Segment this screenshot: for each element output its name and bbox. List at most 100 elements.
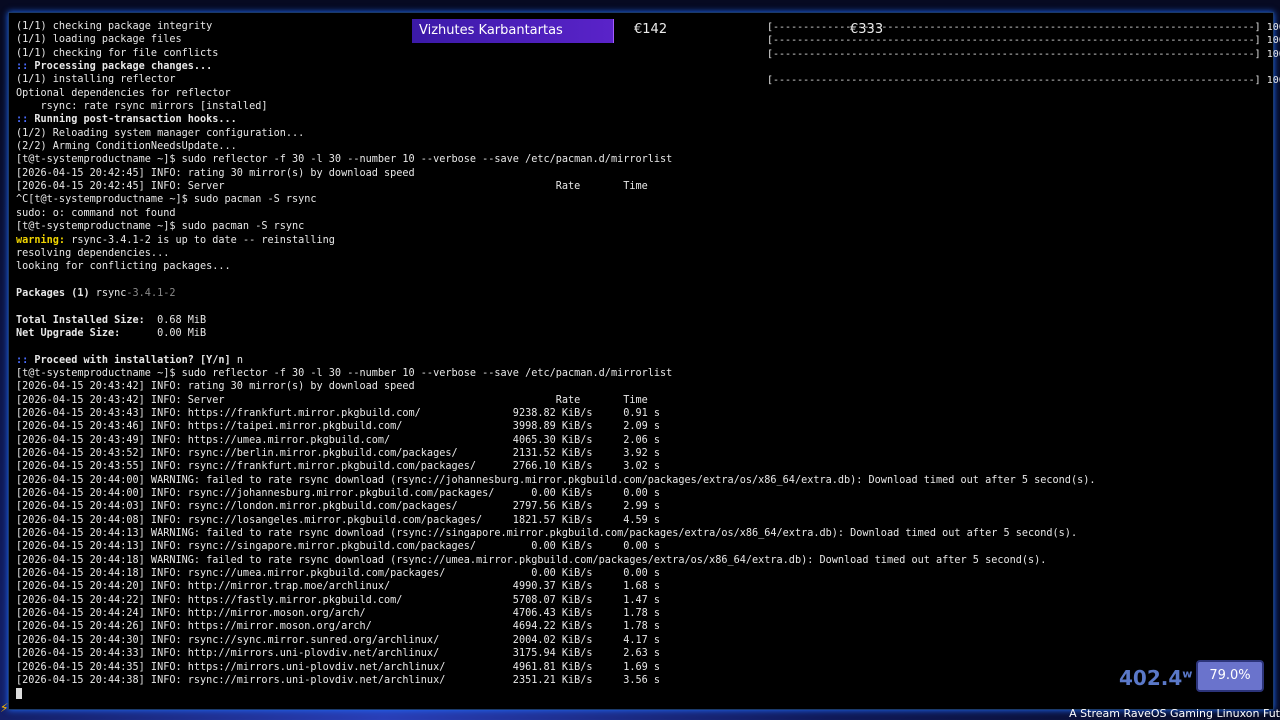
terminal-line: [2026-04-15 20:44:00] WARNING: failed to…	[16, 474, 1273, 487]
terminal-text: rsync	[95, 287, 127, 299]
terminal-text: [2026-04-15 20:43:43] INFO: https://fran…	[16, 407, 661, 419]
terminal-line: [2026-04-15 20:43:42] INFO: rating 30 mi…	[16, 380, 1273, 393]
terminal-line: (2/2) Arming ConditionNeedsUpdate...	[16, 140, 1273, 153]
terminal-line: [t@t-systemproductname ~]$ sudo reflecto…	[16, 153, 1273, 166]
progress-bar-percent: 100%	[1266, 22, 1280, 33]
terminal-line: [2026-04-15 20:44:13] WARNING: failed to…	[16, 527, 1273, 540]
terminal-text: [2026-04-15 20:43:55] INFO: rsync://fran…	[16, 461, 661, 473]
terminal-text: ^C[t@t-systemproductname ~]$ sudo pacman…	[16, 194, 317, 206]
terminal-line: [2026-04-15 20:42:45] INFO: Server Rate …	[16, 180, 1273, 193]
progress-bar-percent: 100%	[1266, 48, 1280, 60]
progress-bar-track: [---------------------------------------…	[767, 75, 1261, 87]
terminal-text: resolving dependencies...	[16, 247, 170, 259]
terminal-text: [2026-04-15 20:43:52] INFO: rsync://berl…	[16, 448, 661, 459]
terminal-line: [2026-04-15 20:44:03] INFO: rsync://lond…	[16, 500, 1273, 513]
terminal-text: [2026-04-15 20:44:18] INFO: rsync://umea…	[16, 568, 661, 580]
terminal-line: Optional dependencies for reflector	[16, 87, 1273, 100]
price-label-2: €333	[850, 22, 884, 37]
terminal-text: [2026-04-15 20:44:38] INFO: rsync://mirr…	[16, 674, 661, 686]
terminal-text: [2026-04-15 20:44:08] INFO: rsync://losa…	[16, 514, 661, 526]
terminal-text: [2026-04-15 20:44:30] INFO: rsync://sync…	[16, 634, 661, 646]
terminal-line: resolving dependencies...	[16, 247, 1273, 260]
progress-bar: [---------------------------------------…	[767, 74, 1280, 87]
terminal-text: (1/1) loading package files	[16, 34, 182, 46]
terminal-text: [2026-04-15 20:44:03] INFO: rsync://lond…	[16, 501, 661, 513]
stream-footer-text: A Stream RaveOS Gaming Linuxon Fut	[1069, 707, 1280, 720]
terminal-text: [2026-04-15 20:44:24] INFO: http://mirro…	[16, 608, 661, 620]
progress-bar: [---------------------------------------…	[767, 48, 1280, 61]
terminal-line: sudo: o: command not found	[16, 207, 1273, 220]
terminal-line: Packages (1) rsync-3.4.1-2	[16, 287, 1273, 300]
terminal-text: [2026-04-15 20:44:22] INFO: https://fast…	[16, 594, 661, 606]
terminal-line: Net Upgrade Size: 0.00 MiB	[16, 327, 1273, 340]
percent-badge: 79.0%	[1196, 660, 1264, 692]
progress-bars: [---------------------------------------…	[767, 21, 1280, 88]
terminal-line: :: Running post-transaction hooks...	[16, 113, 1273, 126]
terminal-line: Total Installed Size: 0.68 MiB	[16, 314, 1273, 327]
terminal-line: [2026-04-15 20:43:46] INFO: https://taip…	[16, 420, 1273, 433]
progress-bar-track: [---------------------------------------…	[767, 48, 1261, 60]
terminal-output[interactable]: (1/1) checking package integrity (1/1) lo…	[16, 20, 1273, 709]
terminal-text: [2026-04-15 20:44:33] INFO: http://mirro…	[16, 648, 661, 660]
terminal-text: Running post-transaction hooks...	[34, 114, 237, 126]
terminal-text: rsync: rate rsync mirrors [installed]	[16, 101, 268, 113]
terminal-text: (1/1) installing reflector	[16, 74, 176, 86]
terminal-text: Packages (1)	[16, 287, 96, 299]
terminal-text: 0.00 MiB	[157, 327, 207, 339]
terminal-line: [t@t-systemproductname ~]$ sudo reflecto…	[16, 367, 1273, 380]
terminal-line: [2026-04-15 20:43:49] INFO: https://umea…	[16, 434, 1273, 447]
terminal-text: [t@t-systemproductname ~]$ sudo reflecto…	[16, 154, 673, 166]
terminal-text: [t@t-systemproductname ~]$ sudo pacman -…	[16, 221, 305, 233]
terminal-line: [2026-04-15 20:43:55] INFO: rsync://fran…	[16, 460, 1273, 473]
power-unit: w	[1182, 667, 1193, 681]
terminal-line: [2026-04-15 20:44:33] INFO: http://mirro…	[16, 647, 1273, 660]
terminal-line: [2026-04-15 20:44:24] INFO: http://mirro…	[16, 607, 1273, 620]
power-readout: 402.4w	[1119, 666, 1192, 690]
terminal-line: [2026-04-15 20:44:18] INFO: rsync://umea…	[16, 567, 1273, 580]
terminal-text: rsync-3.4.1-2 is up to date -- reinstall…	[71, 234, 335, 246]
terminal-text: [2026-04-15 20:44:00] INFO: rsync://joha…	[16, 488, 661, 500]
cursor	[16, 687, 22, 699]
terminal-text: (1/1) checking package integrity	[16, 21, 213, 32]
terminal-line: [2026-04-15 20:44:20] INFO: http://mirro…	[16, 580, 1273, 593]
terminal-text: [2026-04-15 20:44:13] INFO: rsync://sing…	[16, 541, 661, 553]
terminal-line: [2026-04-15 20:43:52] INFO: rsync://berl…	[16, 447, 1273, 460]
terminal-text: n	[236, 354, 243, 366]
progress-bar-percent: 100%	[1266, 35, 1280, 47]
price-label-1: €142	[634, 22, 668, 37]
terminal-text: Proceed with installation? [Y/n]	[34, 354, 237, 366]
terminal-text: ::	[16, 61, 35, 73]
terminal-line: [t@t-systemproductname ~]$ sudo pacman -…	[16, 220, 1273, 233]
terminal-line: (1/2) Reloading system manager configura…	[16, 127, 1273, 140]
terminal-line: [2026-04-15 20:44:38] INFO: rsync://mirr…	[16, 674, 1273, 687]
terminal-text: Processing package changes...	[34, 61, 213, 73]
terminal-text: [2026-04-15 20:43:42] INFO: Server Rate …	[16, 394, 648, 406]
terminal-text: warning:	[16, 234, 72, 246]
prompt-line[interactable]	[16, 687, 1273, 700]
terminal-text: looking for conflicting packages...	[16, 261, 231, 273]
terminal-line: [2026-04-15 20:44:13] INFO: rsync://sing…	[16, 540, 1273, 553]
terminal-line: rsync: rate rsync mirrors [installed]	[16, 100, 1273, 113]
terminal-line: ^C[t@t-systemproductname ~]$ sudo pacman…	[16, 193, 1273, 206]
terminal-text: [2026-04-15 20:44:18] WARNING: failed to…	[16, 554, 1047, 566]
terminal-line: [2026-04-15 20:43:42] INFO: Server Rate …	[16, 394, 1273, 407]
terminal-text: [2026-04-15 20:42:45] INFO: rating 30 mi…	[16, 167, 415, 179]
terminal-text: [2026-04-15 20:42:45] INFO: Server Rate …	[16, 181, 648, 193]
terminal-line: [2026-04-15 20:44:00] INFO: rsync://joha…	[16, 487, 1273, 500]
terminal-text: -3.4.1-2	[126, 287, 176, 299]
terminal-text: [2026-04-15 20:43:46] INFO: https://taip…	[16, 421, 661, 433]
progress-bar-percent: 100%	[1266, 75, 1280, 87]
terminal-line: [2026-04-15 20:44:08] INFO: rsync://losa…	[16, 514, 1273, 527]
terminal-text: Total Installed Size:	[16, 314, 158, 326]
progress-bar	[767, 61, 1280, 74]
progress-bar: [---------------------------------------…	[767, 21, 1280, 34]
terminal-text: (1/2) Reloading system manager configura…	[16, 127, 305, 139]
terminal-text: [2026-04-15 20:44:26] INFO: https://mirr…	[16, 621, 661, 633]
terminal-text: [2026-04-15 20:44:00] WARNING: failed to…	[16, 474, 1096, 486]
terminal-line: warning: rsync-3.4.1-2 is up to date -- …	[16, 234, 1273, 247]
terminal-text: [2026-04-15 20:44:20] INFO: http://mirro…	[16, 581, 661, 593]
terminal-window[interactable]: (1/1) checking package integrity (1/1) lo…	[8, 12, 1274, 710]
terminal-text: sudo: o: command not found	[16, 207, 176, 219]
